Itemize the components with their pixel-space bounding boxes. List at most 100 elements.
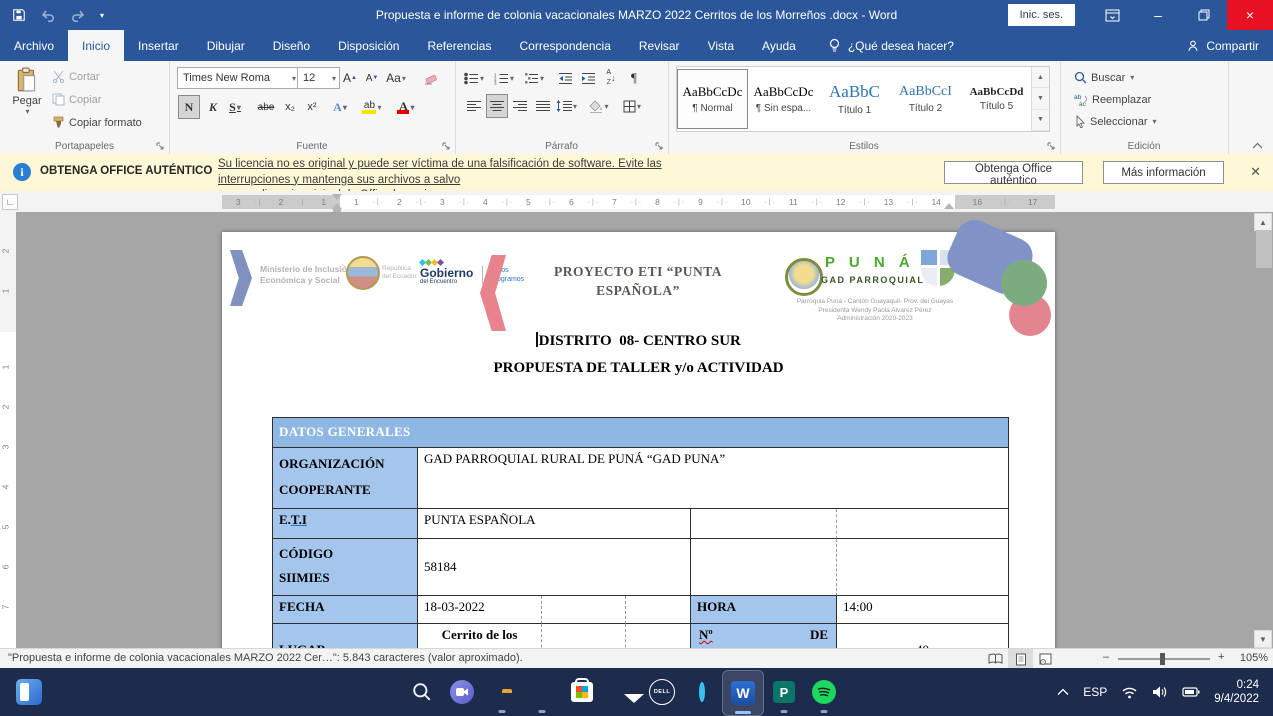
- styles-dialog-launcher-icon[interactable]: [1047, 142, 1056, 151]
- tab-selector[interactable]: ∟: [2, 194, 18, 210]
- close-button[interactable]: ×: [1227, 0, 1273, 30]
- wifi-icon[interactable]: [1121, 685, 1138, 699]
- zoom-out-button[interactable]: –: [1103, 651, 1109, 663]
- minimize-button[interactable]: –: [1135, 0, 1181, 30]
- paragraph-dialog-launcher-icon[interactable]: [655, 142, 664, 151]
- volume-icon[interactable]: [1152, 685, 1168, 699]
- cut-button[interactable]: Cortar: [52, 70, 100, 83]
- horizontal-ruler[interactable]: 3· | ·2· | ·1 1· | ·2· | ·3· | ·4· | ·5·…: [222, 195, 1055, 209]
- print-layout-icon[interactable]: [1008, 649, 1033, 669]
- shrink-font-button[interactable]: A▼: [361, 66, 383, 90]
- multilevel-list-button[interactable]: ▾: [523, 66, 545, 90]
- taskbar-app-spotify[interactable]: [804, 670, 844, 714]
- align-right-button[interactable]: [509, 94, 531, 118]
- redo-icon[interactable]: [70, 9, 86, 22]
- scroll-up-icon[interactable]: ▲: [1254, 213, 1272, 231]
- line-spacing-dropdown-icon[interactable]: ▾: [573, 102, 577, 111]
- style-sinespa[interactable]: AaBbCcDc¶ Sin espa...: [748, 69, 819, 129]
- taskbar-app-alexa[interactable]: [682, 670, 722, 714]
- multilevel-dropdown-icon[interactable]: ▾: [540, 74, 544, 83]
- align-center-button[interactable]: [486, 94, 508, 118]
- zoom-level[interactable]: 105%: [1236, 652, 1268, 664]
- tab-archivo[interactable]: Archivo: [0, 30, 68, 61]
- underline-dropdown-icon[interactable]: ▾: [237, 103, 241, 112]
- grow-font-button[interactable]: A▲: [339, 66, 361, 90]
- font-name-combo[interactable]: Times New Roma▾: [177, 67, 300, 89]
- style-título1[interactable]: AaBbCTítulo 1: [819, 69, 890, 129]
- zoom-slider-thumb[interactable]: [1160, 653, 1165, 665]
- taskbar-app-publisher[interactable]: P: [764, 670, 804, 714]
- clock[interactable]: 0:24 9/4/2022: [1214, 678, 1259, 706]
- battery-icon[interactable]: [1182, 686, 1200, 698]
- align-left-button[interactable]: [463, 94, 485, 118]
- style-título2[interactable]: AaBbCcITítulo 2: [890, 69, 961, 129]
- tab-inicio[interactable]: Inicio: [68, 30, 124, 61]
- line-spacing-button[interactable]: ▾: [555, 94, 578, 118]
- share-button[interactable]: Compartir: [1186, 30, 1259, 61]
- restore-button[interactable]: [1181, 0, 1227, 30]
- subscript-button[interactable]: x₂: [279, 95, 301, 119]
- numbering-dropdown-icon[interactable]: ▾: [510, 74, 514, 83]
- styles-scroll-up-icon[interactable]: ▲: [1032, 67, 1049, 88]
- font-size-dropdown-icon[interactable]: ▾: [329, 74, 339, 83]
- font-color-button[interactable]: A▾: [395, 95, 417, 119]
- zoom-in-button[interactable]: +: [1218, 651, 1224, 663]
- qat-customize-icon[interactable]: ▾: [100, 11, 104, 20]
- taskbar-app-mail[interactable]: [602, 670, 642, 714]
- borders-dropdown-icon[interactable]: ▾: [637, 102, 641, 111]
- tab-diseño[interactable]: Diseño: [259, 30, 324, 61]
- tell-me-box[interactable]: ¿Qué desea hacer?: [828, 30, 954, 61]
- style-título5[interactable]: AaBbCcDdTítulo 5: [961, 69, 1032, 129]
- replace-button[interactable]: abac Reemplazar: [1074, 93, 1151, 107]
- sign-in-button[interactable]: Inic. ses.: [1008, 4, 1075, 26]
- font-dialog-launcher-icon[interactable]: [442, 142, 451, 151]
- tab-ayuda[interactable]: Ayuda: [748, 30, 810, 61]
- widgets-icon[interactable]: [16, 679, 42, 705]
- word-count-status[interactable]: "Propuesta e informe de colonia vacacion…: [8, 652, 523, 664]
- tab-vista[interactable]: Vista: [694, 30, 748, 61]
- font-color-dropdown-icon[interactable]: ▾: [410, 103, 414, 112]
- show-marks-button[interactable]: ¶: [623, 66, 645, 90]
- taskbar-app-dell[interactable]: DELL: [642, 670, 682, 714]
- taskbar-app-store[interactable]: [562, 670, 602, 714]
- tab-insertar[interactable]: Insertar: [124, 30, 193, 61]
- tab-revisar[interactable]: Revisar: [625, 30, 694, 61]
- clear-formatting-icon[interactable]: [419, 66, 441, 90]
- right-indent-marker[interactable]: [944, 203, 954, 209]
- scrollbar-thumb[interactable]: [1256, 230, 1272, 268]
- shading-dropdown-icon[interactable]: ▾: [604, 102, 608, 111]
- increase-indent-button[interactable]: [577, 66, 599, 90]
- select-button[interactable]: Seleccionar▾: [1074, 115, 1157, 128]
- taskbar-app-file-explorer[interactable]: [482, 670, 522, 714]
- styles-scroll-down-icon[interactable]: ▼: [1032, 88, 1049, 109]
- save-icon[interactable]: [12, 8, 26, 22]
- taskbar-app-edge[interactable]: [522, 670, 562, 714]
- select-dropdown-icon[interactable]: ▾: [1152, 117, 1156, 126]
- get-office-button[interactable]: Obtenga Office auténtico: [944, 161, 1083, 184]
- format-painter-button[interactable]: Copiar formato: [52, 116, 142, 129]
- shading-button[interactable]: ▾: [588, 94, 610, 118]
- strikethrough-button[interactable]: abe: [255, 95, 277, 119]
- taskbar-app-chat[interactable]: [442, 670, 482, 714]
- bold-button[interactable]: N: [178, 95, 200, 119]
- scroll-down-icon[interactable]: ▼: [1254, 630, 1272, 648]
- text-effects-button[interactable]: A▾: [329, 95, 351, 119]
- find-button[interactable]: Buscar▾: [1074, 71, 1134, 84]
- bullets-button[interactable]: ▾: [463, 66, 485, 90]
- taskbar-app-word[interactable]: W: [722, 670, 764, 716]
- first-line-indent-marker[interactable]: [332, 194, 342, 200]
- undo-icon[interactable]: [40, 9, 56, 22]
- ribbon-display-options-icon[interactable]: [1089, 0, 1135, 30]
- tab-correspondencia[interactable]: Correspondencia: [505, 30, 624, 61]
- underline-button[interactable]: S▾: [224, 95, 246, 119]
- paste-dropdown-icon[interactable]: ▾: [9, 107, 46, 116]
- sort-button[interactable]: AZ↓: [600, 66, 622, 90]
- web-layout-icon[interactable]: [1033, 649, 1058, 669]
- find-dropdown-icon[interactable]: ▾: [1130, 73, 1134, 82]
- tab-dibujar[interactable]: Dibujar: [193, 30, 259, 61]
- copy-button[interactable]: Copiar: [52, 93, 101, 106]
- style-normal[interactable]: AaBbCcDc¶ Normal: [677, 69, 748, 129]
- clipboard-dialog-launcher-icon[interactable]: [156, 142, 165, 151]
- borders-button[interactable]: ▾: [621, 94, 643, 118]
- bullets-dropdown-icon[interactable]: ▾: [480, 74, 484, 83]
